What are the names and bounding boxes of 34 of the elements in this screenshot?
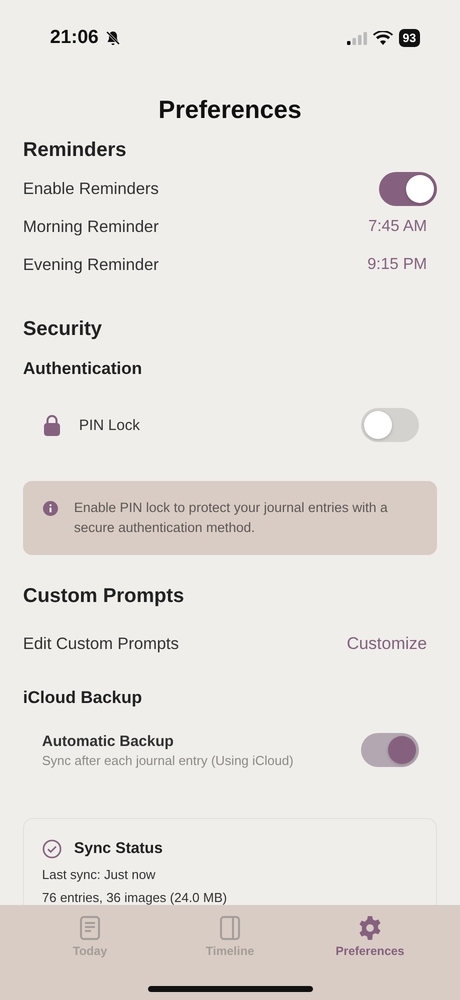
sync-detail: Last sync: Just now: [42, 867, 156, 882]
setting-label: Automatic Backup: [42, 732, 175, 750]
gear-icon: [357, 915, 383, 941]
setting-label: Edit Custom Prompts: [23, 634, 179, 654]
section-heading: iCloud Backup: [23, 688, 144, 708]
section-heading: Reminders: [23, 139, 128, 162]
section-heading: Custom Prompts: [23, 585, 186, 608]
tab-item[interactable]: Preferences: [315, 915, 425, 958]
toggle-switch[interactable]: [379, 172, 437, 206]
toggle-switch[interactable]: [361, 408, 419, 442]
check-circle-icon: [42, 839, 62, 859]
book-icon: [219, 915, 241, 941]
time-value[interactable]: 9:15 PM: [367, 256, 437, 274]
setting-label: Evening Reminder: [23, 256, 159, 274]
signal-icon: [346, 31, 367, 45]
card-title: Sync Status: [74, 840, 163, 858]
sync-detail: 76 entries, 36 images (24.0 MB): [42, 890, 228, 905]
info-icon: [43, 501, 58, 516]
customize-link[interactable]: Customize: [346, 634, 437, 654]
clock-time: 21:06: [50, 27, 99, 49]
time-value[interactable]: 7:45 AM: [368, 218, 437, 236]
setting-label: Enable Reminders: [23, 180, 159, 198]
subsection-heading: Authentication: [23, 359, 143, 379]
wifi-icon: [372, 30, 393, 46]
toggle-switch[interactable]: [361, 733, 419, 767]
setting-description: Sync after each journal entry (Using iCloud): [42, 752, 294, 768]
setting-label: Morning Reminder: [23, 218, 159, 236]
battery-level: 93: [398, 29, 420, 47]
lock-icon: [43, 414, 61, 436]
section-heading: Security: [23, 318, 103, 341]
setting-label: PIN Lock: [79, 416, 140, 434]
document-icon: [79, 915, 101, 941]
page-title: Preferences: [157, 96, 303, 125]
info-text: Enable PIN lock to protect your journal entries with a secure authentication method.: [74, 499, 389, 537]
